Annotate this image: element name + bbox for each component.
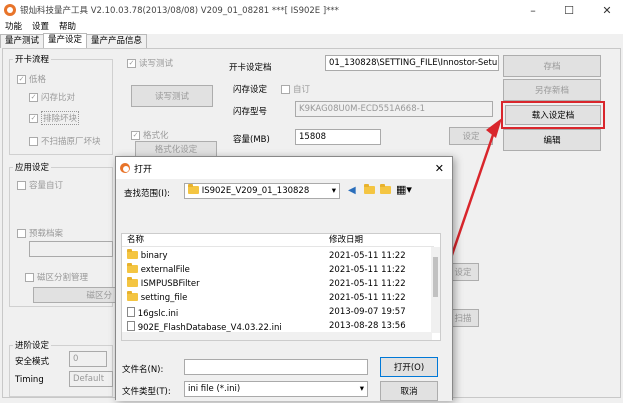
maximize-icon[interactable]: ☐ bbox=[556, 0, 582, 20]
low-format-checkbox[interactable]: ✓ 低格 bbox=[17, 73, 46, 85]
safe-mode-label: 安全模式 bbox=[15, 357, 50, 367]
back-icon[interactable]: ◀ bbox=[348, 185, 356, 196]
flash-model-select[interactable]: K9KAG08U0M-ECD551A668-1 bbox=[295, 101, 493, 117]
folder-icon bbox=[127, 263, 138, 273]
new-folder-icon[interactable] bbox=[380, 184, 391, 196]
partition-button[interactable]: 磁区分 bbox=[33, 287, 117, 303]
capacity-custom-checkbox[interactable]: 容量自订 bbox=[17, 179, 63, 191]
save-button[interactable]: 存档 bbox=[503, 55, 601, 77]
col-name-header[interactable]: 名称 bbox=[127, 234, 144, 247]
file-icon bbox=[127, 307, 135, 317]
preset-archive-checkbox[interactable]: 预载档案 bbox=[17, 227, 63, 239]
folder-icon bbox=[127, 249, 138, 259]
minimize-icon[interactable]: – bbox=[520, 0, 546, 20]
dialog-close-icon[interactable]: ✕ bbox=[435, 162, 444, 175]
bad-block-checkbox[interactable]: ✓ 排除坏块 bbox=[29, 111, 80, 125]
menu-settings[interactable]: 设置 bbox=[27, 20, 54, 34]
format-checkbox[interactable]: ✓ 格式化 bbox=[131, 129, 169, 141]
menu-function[interactable]: 功能 bbox=[0, 20, 27, 34]
folder-icon bbox=[127, 291, 138, 301]
settings-file-label: 开卡设定档 bbox=[229, 63, 272, 73]
flash-compare-checkbox[interactable]: ✓ 闪存比对 bbox=[29, 91, 75, 103]
advanced-label: 进阶设定 bbox=[13, 339, 52, 351]
list-header: 名称 修改日期 bbox=[122, 234, 434, 247]
dialog-titlebar: 打开 ✕ bbox=[116, 157, 452, 179]
filetype-select[interactable]: ini file (*.ini) ▾ bbox=[184, 381, 368, 397]
file-icon bbox=[127, 321, 135, 331]
open-button[interactable]: 打开(O) bbox=[380, 357, 438, 377]
chevron-down-icon: ▾ bbox=[331, 186, 336, 196]
folder-icon bbox=[127, 277, 138, 287]
list-item[interactable]: setting_file 2021-05-11 11:22 bbox=[122, 291, 434, 305]
up-folder-icon[interactable] bbox=[364, 184, 375, 196]
save-as-button[interactable]: 另存新档 bbox=[503, 79, 601, 101]
lookin-select[interactable]: IS902E_V209_01_130828 ▾ bbox=[184, 183, 340, 199]
settings-file-path: 01_130828\SETTING_FILE\Innostor-Setup.in… bbox=[325, 55, 499, 71]
folder-icon bbox=[188, 184, 199, 194]
preset-archive-field[interactable] bbox=[29, 241, 113, 257]
custom-checkbox[interactable]: 自订 bbox=[281, 83, 310, 95]
lookin-label: 查找范围(I): bbox=[124, 189, 171, 199]
vertical-scrollbar[interactable] bbox=[431, 247, 440, 333]
tab-production-settings[interactable]: 量产设定 bbox=[43, 33, 88, 48]
open-dialog: 打开 ✕ 查找范围(I): IS902E_V209_01_130828 ▾ ◀ … bbox=[115, 156, 453, 401]
tab-product-info[interactable]: 量产产品信息 bbox=[86, 34, 148, 48]
timing-select[interactable]: Default bbox=[69, 371, 113, 387]
filetype-label: 文件类型(T): bbox=[122, 387, 171, 397]
flow-group-label: 开卡流程 bbox=[13, 53, 52, 65]
safe-mode-select[interactable]: 0 bbox=[69, 351, 107, 367]
view-menu-icon[interactable]: ▦▾ bbox=[396, 183, 412, 196]
no-scan-factory-checkbox[interactable]: 不扫描原厂坏块 bbox=[29, 135, 101, 147]
file-list: 名称 修改日期 binary 2021-05-11 11:22 externalF… bbox=[121, 233, 441, 341]
flash-model-label: 闪存型号 bbox=[233, 107, 268, 117]
app-icon bbox=[4, 4, 16, 16]
app-settings-label: 应用设定 bbox=[13, 161, 52, 173]
edit-button[interactable]: 编辑 bbox=[503, 129, 601, 151]
chevron-down-icon: ▾ bbox=[359, 384, 364, 394]
filename-label: 文件名(N): bbox=[122, 365, 164, 375]
horizontal-scrollbar[interactable] bbox=[122, 332, 432, 340]
readwrite-test-button[interactable]: 读写测试 bbox=[131, 85, 213, 107]
menu-help[interactable]: 帮助 bbox=[54, 20, 81, 34]
disk-partition-checkbox[interactable]: 磁区分割管理 bbox=[25, 271, 88, 283]
list-item[interactable]: ISMPUSBFilter 2021-05-11 11:22 bbox=[122, 277, 434, 291]
list-item[interactable]: binary 2021-05-11 11:22 bbox=[122, 249, 434, 263]
readwrite-test-checkbox[interactable]: ✓ 读写测试 bbox=[127, 57, 173, 69]
dialog-title: 打开 bbox=[134, 164, 153, 175]
col-date-header[interactable]: 修改日期 bbox=[329, 234, 363, 247]
close-icon[interactable]: ✕ bbox=[594, 0, 620, 20]
flash-settings-label: 闪存设定 bbox=[233, 85, 268, 95]
highlight-box bbox=[501, 101, 605, 129]
dialog-app-icon bbox=[120, 163, 130, 173]
list-item[interactable]: 16gslc.ini 2013-09-07 19:57 bbox=[122, 306, 434, 319]
title-bar: 银灿科技量产工具 V2.10.03.78(2013/08/08) V209_01… bbox=[0, 0, 623, 20]
cancel-button[interactable]: 取消 bbox=[380, 381, 438, 401]
tab-strip: 量产测试 量产设定 量产产品信息 bbox=[0, 33, 148, 48]
set-button[interactable]: 设定 bbox=[449, 127, 493, 145]
capacity-mb-label: 容量(MB) bbox=[233, 135, 270, 145]
window-title: 银灿科技量产工具 V2.10.03.78(2013/08/08) V209_01… bbox=[20, 6, 339, 16]
tab-production-test[interactable]: 量产测试 bbox=[0, 34, 45, 48]
format-settings-button[interactable]: 格式化设定 bbox=[135, 141, 217, 157]
dialog-body: 查找范围(I): IS902E_V209_01_130828 ▾ ◀ ▦▾ 名称… bbox=[116, 179, 452, 401]
capacity-field[interactable]: 15808 bbox=[295, 129, 381, 145]
filename-input[interactable] bbox=[184, 359, 368, 375]
list-item[interactable]: externalFile 2021-05-11 11:22 bbox=[122, 263, 434, 277]
menu-bar: 功能 设置 帮助 bbox=[0, 20, 623, 34]
timing-label: Timing bbox=[15, 375, 44, 385]
